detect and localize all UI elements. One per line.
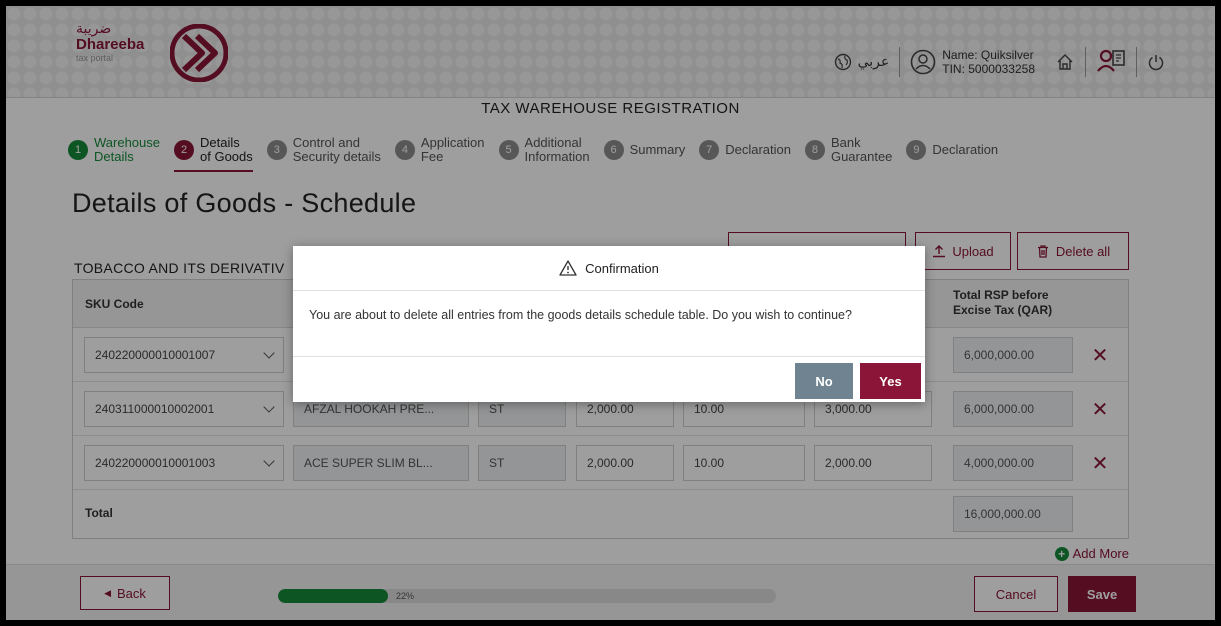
app-window: ضريبة Dhareeba tax portal عربي Name: Qui…: [6, 6, 1215, 620]
dialog-title: Confirmation: [585, 260, 659, 276]
dialog-header: Confirmation: [293, 246, 925, 291]
confirmation-dialog: Confirmation You are about to delete all…: [293, 246, 925, 402]
dialog-footer: No Yes: [293, 357, 925, 402]
yes-button[interactable]: Yes: [860, 363, 921, 399]
no-button[interactable]: No: [795, 363, 853, 399]
warning-icon: [559, 260, 577, 276]
dialog-message: You are about to delete all entries from…: [293, 291, 925, 357]
